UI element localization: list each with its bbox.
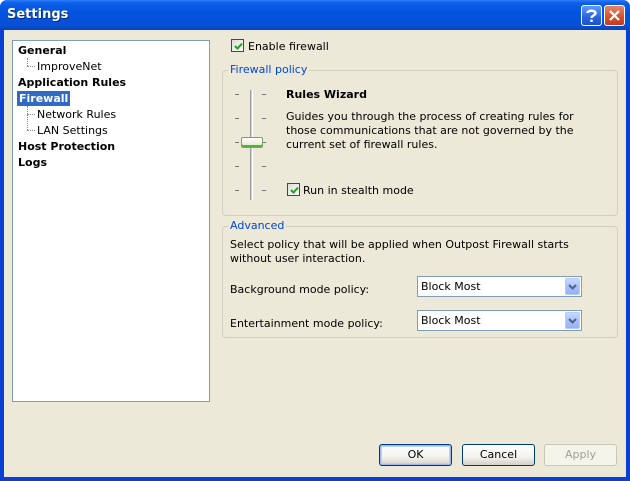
entertainment-policy-value: Block Most xyxy=(421,314,481,327)
background-policy-label: Background mode policy: xyxy=(230,283,370,296)
stealth-mode-label[interactable]: Run in stealth mode xyxy=(303,184,414,197)
enable-firewall-label[interactable]: Enable firewall xyxy=(248,40,329,53)
slider-tick xyxy=(262,118,266,119)
slider-tick xyxy=(235,142,239,143)
slider-tick xyxy=(262,166,266,167)
slider-tick xyxy=(235,94,239,95)
rules-wizard-title: Rules Wizard xyxy=(286,88,367,101)
window-title: Settings xyxy=(7,7,69,22)
slider-tick xyxy=(262,190,266,191)
rules-wizard-description: Guides you through the process of creati… xyxy=(286,110,574,151)
slider-tick xyxy=(235,190,239,191)
tree-item-improvenet[interactable]: ImproveNet xyxy=(37,59,102,74)
advanced-title: Advanced xyxy=(228,219,287,232)
settings-window: Settings General ImproveNet Application … xyxy=(0,0,630,481)
dropdown-button[interactable] xyxy=(565,278,580,295)
enable-firewall-checkbox[interactable] xyxy=(231,39,244,52)
advanced-description: Select policy that will be applied when … xyxy=(230,238,569,265)
stealth-mode-checkbox[interactable] xyxy=(287,183,300,196)
close-button[interactable] xyxy=(604,5,625,26)
tree-item-general[interactable]: General xyxy=(18,43,66,58)
tree-connector xyxy=(27,106,28,130)
tree-item-application-rules[interactable]: Application Rules xyxy=(18,75,126,90)
help-icon xyxy=(586,9,597,22)
tree-item-lan-settings[interactable]: LAN Settings xyxy=(37,123,108,138)
dropdown-button[interactable] xyxy=(565,312,580,329)
tree-item-host-protection[interactable]: Host Protection xyxy=(18,139,115,154)
close-icon xyxy=(609,10,620,21)
tree-connector xyxy=(27,58,28,66)
tree-item-network-rules[interactable]: Network Rules xyxy=(37,107,116,122)
background-policy-select[interactable]: Block Most xyxy=(417,276,582,297)
entertainment-policy-label: Entertainment mode policy: xyxy=(230,317,383,330)
tree-connector xyxy=(27,66,35,67)
tree-item-logs[interactable]: Logs xyxy=(18,155,47,170)
checkmark-icon xyxy=(290,186,299,194)
firewall-policy-title: Firewall policy xyxy=(228,63,310,76)
slider-tick xyxy=(235,166,239,167)
chevron-down-icon xyxy=(568,317,577,324)
chevron-down-icon xyxy=(568,283,577,290)
ok-button[interactable]: OK xyxy=(379,444,452,466)
settings-tree[interactable]: General ImproveNet Application Rules Fir… xyxy=(12,40,210,402)
cancel-button[interactable]: Cancel xyxy=(462,444,535,466)
checkmark-icon xyxy=(234,42,243,50)
title-bar[interactable]: Settings xyxy=(0,0,630,30)
tree-connector xyxy=(27,130,35,131)
apply-button[interactable]: Apply xyxy=(544,444,617,466)
dialog-body: General ImproveNet Application Rules Fir… xyxy=(4,30,626,477)
tree-item-firewall[interactable]: Firewall xyxy=(17,91,71,106)
entertainment-policy-select[interactable]: Block Most xyxy=(417,310,582,331)
slider-tick xyxy=(235,118,239,119)
help-button[interactable] xyxy=(581,5,602,26)
tree-connector xyxy=(27,114,35,115)
background-policy-value: Block Most xyxy=(421,280,481,293)
slider-tick xyxy=(262,94,266,95)
slider-thumb[interactable] xyxy=(241,137,263,148)
